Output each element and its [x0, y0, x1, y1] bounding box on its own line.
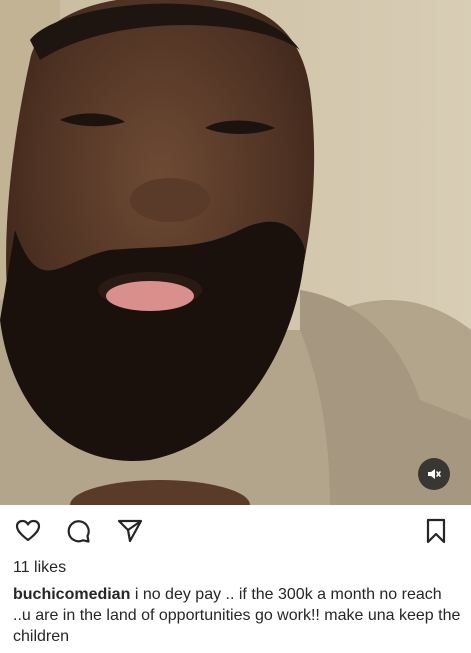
instagram-post: 11 likes buchicomedian i no dey pay .. i…	[0, 0, 471, 653]
bookmark-icon[interactable]	[422, 517, 450, 545]
post-caption: buchicomedian i no dey pay .. if the 300…	[13, 584, 463, 647]
post-video[interactable]	[0, 0, 471, 505]
post-actions	[0, 513, 471, 549]
send-icon[interactable]	[116, 517, 144, 545]
heart-icon[interactable]	[14, 517, 42, 545]
caption-username[interactable]: buchicomedian	[13, 586, 130, 603]
video-frame	[0, 0, 471, 505]
audio-toggle-button[interactable]	[418, 458, 450, 490]
likes-count[interactable]: 11 likes	[13, 559, 66, 577]
comment-icon[interactable]	[64, 517, 92, 545]
speaker-muted-icon	[428, 469, 441, 479]
